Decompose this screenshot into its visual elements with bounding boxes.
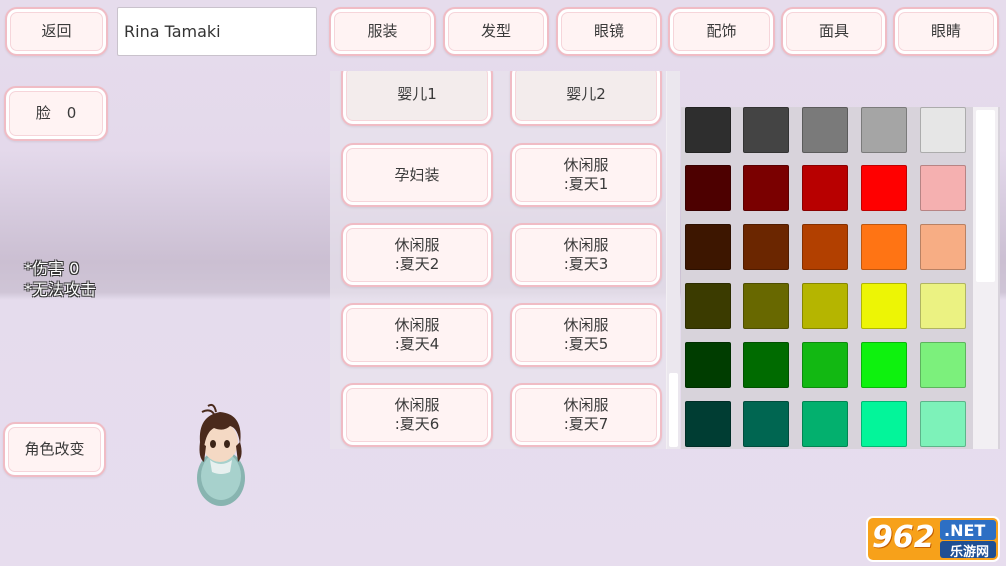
color-swatch[interactable] [743,224,789,270]
face-label: 脸 [35,104,51,123]
watermark-suffix: .NET [944,521,986,540]
tab-masks[interactable]: 面具 [781,7,887,56]
color-scroll-thumb[interactable] [976,110,995,282]
color-swatch[interactable] [685,342,731,388]
outfit-option[interactable]: 休闲服 :夏天6 [341,383,493,447]
tab-glasses[interactable]: 眼镜 [556,7,662,56]
color-swatch[interactable] [743,107,789,153]
outfit-option[interactable]: 婴儿2 [510,71,662,126]
attack-status: *无法攻击 [24,280,97,299]
site-watermark-logo: 962 .NET 乐游网 [866,516,1000,562]
outfit-option[interactable]: 休闲服 :夏天1 [510,143,662,207]
color-swatch[interactable] [685,165,731,211]
back-button[interactable]: 返回 [5,7,108,56]
color-swatch[interactable] [861,224,907,270]
color-scroll-track[interactable] [973,107,998,449]
color-swatch[interactable] [802,283,848,329]
color-swatch[interactable] [802,401,848,447]
color-swatch[interactable] [685,283,731,329]
outfit-option[interactable]: 休闲服 :夏天2 [341,223,493,287]
color-palette-panel [681,107,1000,449]
color-swatch[interactable] [743,342,789,388]
color-swatch[interactable] [802,342,848,388]
color-swatch[interactable] [685,224,731,270]
tab-accessories[interactable]: 配饰 [668,7,775,56]
color-swatch[interactable] [685,107,731,153]
color-swatch[interactable] [861,107,907,153]
watermark-brand: 962 [872,520,935,555]
color-swatch[interactable] [802,224,848,270]
status-text: *伤害 0 *无法攻击 [24,258,96,300]
color-swatch[interactable] [920,107,966,153]
color-swatch[interactable] [920,342,966,388]
character-name-input[interactable] [117,7,317,56]
color-swatch[interactable] [861,401,907,447]
outfit-option[interactable]: 休闲服 :夏天4 [341,303,493,367]
color-swatch[interactable] [802,165,848,211]
color-swatch[interactable] [743,165,789,211]
color-swatch[interactable] [920,283,966,329]
character-avatar [197,403,245,506]
outfit-option[interactable]: 婴儿1 [341,71,493,126]
tab-eyes[interactable]: 眼睛 [893,7,999,56]
damage-status: *伤害 0 [24,259,80,278]
color-swatch[interactable] [861,342,907,388]
color-swatch[interactable] [920,224,966,270]
outfit-option[interactable]: 休闲服 :夏天7 [510,383,662,447]
color-swatch[interactable] [743,283,789,329]
color-swatch[interactable] [920,165,966,211]
watermark-tagline: 乐游网 [950,545,990,560]
color-swatch[interactable] [861,283,907,329]
change-character-button[interactable]: 角色改变 [3,422,106,477]
outfit-option[interactable]: 休闲服 :夏天3 [510,223,662,287]
outfit-list-panel: 婴儿1 婴儿2 孕妇装 休闲服 :夏天1 休闲服 :夏天2 休闲服 :夏天3 休闲服 :夏天… [330,71,668,449]
color-swatch[interactable] [802,107,848,153]
color-swatch[interactable] [861,165,907,211]
color-swatch[interactable] [685,401,731,447]
face-value: 0 [66,104,77,123]
face-selector-button[interactable]: 脸 0 [4,86,108,141]
tab-hairstyle[interactable]: 发型 [443,7,549,56]
outfit-scroll-track[interactable] [667,71,680,449]
outfit-option[interactable]: 休闲服 :夏天5 [510,303,662,367]
color-swatch[interactable] [743,401,789,447]
tab-clothing[interactable]: 服装 [329,7,436,56]
outfit-option[interactable]: 孕妇装 [341,143,493,207]
outfit-scroll-thumb[interactable] [669,373,678,447]
color-swatch[interactable] [920,401,966,447]
